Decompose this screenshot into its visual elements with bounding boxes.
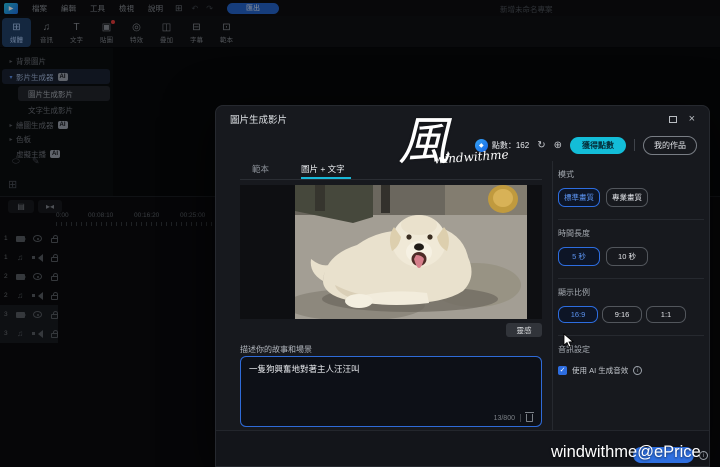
dog-photo xyxy=(295,185,527,319)
column-divider xyxy=(552,161,553,431)
ai-sound-label: 使用 AI 生成音效 xyxy=(572,366,629,375)
watermark-bottom: windwithme@ePrice xyxy=(551,443,701,461)
aspect-1-1-button[interactable]: 1:1 xyxy=(646,306,686,323)
aspect-heading: 顯示比例 xyxy=(558,288,590,297)
image-preview-area xyxy=(240,185,542,319)
tab-templates[interactable]: 範本 xyxy=(252,163,269,175)
dialog-titlebar: 圖片生成影片 × xyxy=(216,106,709,132)
duration-heading: 時間長度 xyxy=(558,229,590,238)
settings-panel: 模式 標準畫質 專業畫質 時間長度 5 秒 10 秒 顯示比例 16:9 9:1… xyxy=(558,161,704,376)
counter-divider xyxy=(520,414,521,422)
prompt-box: 一隻狗興奮地對著主人汪汪叫 13/800 xyxy=(240,356,542,427)
aspect-16-9-button[interactable]: 16:9 xyxy=(558,306,598,323)
refresh-icon[interactable]: ↻ xyxy=(537,140,545,151)
section-divider xyxy=(558,278,704,279)
duration-5s-button[interactable]: 5 秒 xyxy=(558,247,600,266)
maximize-icon[interactable] xyxy=(668,115,677,123)
mode-standard-button[interactable]: 標準畫質 xyxy=(558,188,600,207)
mode-heading: 模式 xyxy=(558,170,574,179)
ai-sound-checkbox[interactable]: ✓ xyxy=(558,366,567,375)
header-divider xyxy=(634,139,635,151)
tabs-divider xyxy=(240,179,542,180)
inspiration-button[interactable]: 靈感 xyxy=(506,323,542,337)
section-divider xyxy=(558,219,704,220)
trash-icon[interactable] xyxy=(525,412,534,422)
get-credits-button[interactable]: 獲得點數 xyxy=(570,136,626,154)
mode-pro-button[interactable]: 專業畫質 xyxy=(606,188,648,207)
prompt-textarea[interactable]: 一隻狗興奮地對著主人汪汪叫 xyxy=(241,357,541,409)
duration-10s-button[interactable]: 10 秒 xyxy=(606,247,648,266)
prompt-label: 描述你的故事和場景 xyxy=(240,345,312,354)
mouse-cursor xyxy=(563,333,574,348)
audio-heading: 音訊設定 xyxy=(558,345,590,354)
tab-image-plus-text[interactable]: 圖片 + 文字 xyxy=(301,163,345,175)
globe-icon[interactable]: ⊕ xyxy=(554,140,562,151)
dialog-title: 圖片生成影片 xyxy=(230,115,288,126)
my-works-button[interactable]: 我的作品 xyxy=(643,135,697,155)
char-counter: 13/800 xyxy=(493,414,515,422)
close-icon[interactable]: × xyxy=(689,114,695,125)
section-divider xyxy=(558,335,704,336)
screen: ▶ 檔案 編輯 工具 檢視 說明 ⊞ ↶ ↷ 匯出 新增未命名專案 ⊞ 媒體 ♫… xyxy=(0,0,720,467)
aspect-9-16-button[interactable]: 9:16 xyxy=(602,306,642,323)
info-icon[interactable]: i xyxy=(633,366,643,375)
